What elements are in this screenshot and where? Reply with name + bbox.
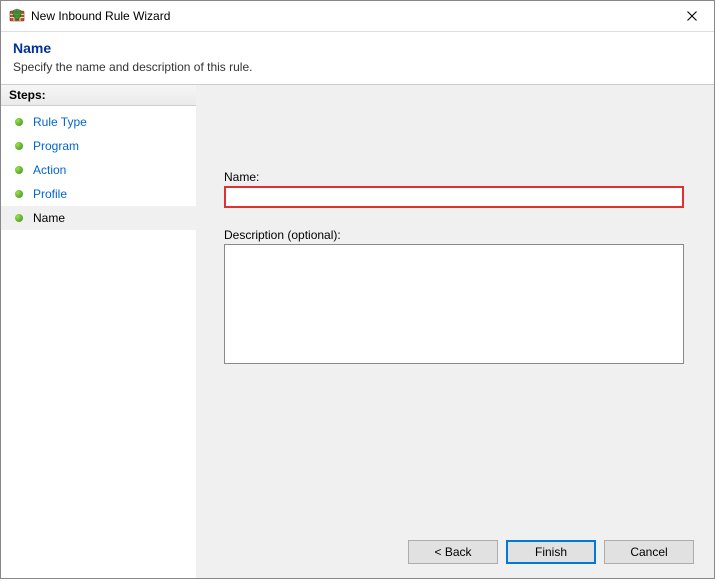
step-bullet-icon — [15, 190, 23, 198]
step-action[interactable]: Action — [1, 158, 196, 182]
step-label[interactable]: Profile — [33, 185, 67, 203]
step-label[interactable]: Action — [33, 161, 66, 179]
page-subtitle: Specify the name and description of this… — [13, 60, 702, 74]
step-profile[interactable]: Profile — [1, 182, 196, 206]
wizard-window: New Inbound Rule Wizard Name Specify the… — [0, 0, 715, 579]
step-label[interactable]: Program — [33, 137, 79, 155]
close-button[interactable] — [669, 1, 714, 31]
step-label[interactable]: Rule Type — [33, 113, 87, 131]
firewall-icon — [9, 8, 25, 24]
sidebar-heading: Steps: — [1, 85, 196, 106]
step-name[interactable]: Name — [1, 206, 196, 230]
step-bullet-icon — [15, 214, 23, 222]
steps-list: Rule Type Program Action Profile Name — [1, 106, 196, 230]
cancel-button[interactable]: Cancel — [604, 540, 694, 564]
sidebar: Steps: Rule Type Program Action Profile — [1, 85, 196, 578]
body: Steps: Rule Type Program Action Profile — [1, 85, 714, 578]
step-label: Name — [33, 209, 65, 227]
step-bullet-icon — [15, 142, 23, 150]
page-title: Name — [13, 40, 702, 56]
step-bullet-icon — [15, 118, 23, 126]
step-bullet-icon — [15, 166, 23, 174]
name-input[interactable] — [224, 186, 684, 208]
name-label: Name: — [224, 170, 684, 184]
form-area: Name: Description (optional): — [224, 170, 684, 367]
footer-buttons: < Back Finish Cancel — [408, 540, 694, 564]
description-input[interactable] — [224, 244, 684, 364]
step-program[interactable]: Program — [1, 134, 196, 158]
titlebar: New Inbound Rule Wizard — [1, 1, 714, 32]
header: Name Specify the name and description of… — [1, 32, 714, 85]
content-pane: Name: Description (optional): < Back Fin… — [196, 85, 714, 578]
window-title: New Inbound Rule Wizard — [31, 9, 170, 23]
back-button[interactable]: < Back — [408, 540, 498, 564]
step-rule-type[interactable]: Rule Type — [1, 110, 196, 134]
finish-button[interactable]: Finish — [506, 540, 596, 564]
close-icon — [687, 11, 697, 21]
description-label: Description (optional): — [224, 228, 684, 242]
